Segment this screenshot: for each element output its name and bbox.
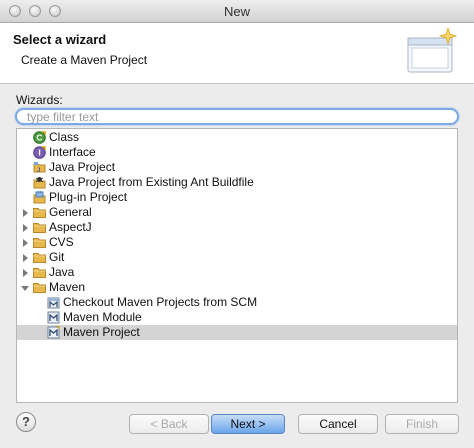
svg-text:I: I (38, 148, 40, 158)
folder-icon (33, 206, 46, 219)
ant-project-icon (33, 176, 46, 189)
tree-item-java-project-from-existing-ant-buildfile[interactable]: Java Project from Existing Ant Buildfile (17, 175, 457, 190)
tree-item-label: Maven Module (63, 310, 142, 324)
tree-item-java[interactable]: Java (17, 265, 457, 280)
tree-item-class[interactable]: C Class (17, 130, 457, 145)
finish-button[interactable]: Finish (385, 414, 459, 434)
tree-item-label: General (49, 205, 92, 219)
tree-item-general[interactable]: General (17, 205, 457, 220)
tree-item-label: Checkout Maven Projects from SCM (63, 295, 258, 309)
wizard-page-title: Select a wizard (13, 32, 107, 47)
tree-item-interface[interactable]: I Interface (17, 145, 457, 160)
tree-item-label: Plug-in Project (49, 190, 128, 204)
disclosure-collapsed-icon[interactable] (20, 267, 30, 277)
wizard-page-description: Create a Maven Project (21, 53, 148, 67)
folder-icon (33, 251, 46, 264)
tree-item-java-project[interactable]: J Java Project (17, 160, 457, 175)
new-wizard-banner-icon (407, 26, 458, 73)
maven-module-icon (47, 311, 60, 324)
tree-item-checkout-maven-projects-from-scm[interactable]: Checkout Maven Projects from SCM (17, 295, 457, 310)
tree-item-label: CVS (49, 235, 74, 249)
tree-item-maven-module[interactable]: Maven Module (17, 310, 457, 325)
cancel-button[interactable]: Cancel (298, 414, 378, 434)
new-wizard-dialog: New Select a wizard Create a Maven Proje… (0, 0, 474, 448)
interface-icon: I (33, 146, 46, 159)
tree-item-label: Maven Project (63, 325, 140, 339)
wizard-header: Select a wizard Create a Maven Project (0, 23, 474, 84)
filter-input[interactable] (15, 108, 459, 125)
plugin-project-icon (33, 191, 46, 204)
svg-text:J: J (37, 168, 40, 174)
tree-item-plug-in-project[interactable]: Plug-in Project (17, 190, 457, 205)
tree-item-label: Interface (49, 145, 96, 159)
java-project-icon: J (33, 161, 46, 174)
window-title: New (223, 4, 250, 19)
disclosure-collapsed-icon[interactable] (20, 252, 30, 262)
title-bar: New (0, 0, 474, 23)
next-button[interactable]: Next > (211, 414, 285, 434)
tree-item-label: Maven (49, 280, 86, 294)
maven-checkout-icon (47, 296, 60, 309)
tree-item-label: AspectJ (49, 220, 92, 234)
back-button[interactable]: < Back (129, 414, 209, 434)
svg-text:C: C (36, 133, 42, 143)
tree-item-label: Java Project (49, 160, 116, 174)
tree-item-cvs[interactable]: CVS (17, 235, 457, 250)
tree-item-label: Git (49, 250, 65, 264)
tree-item-maven-project[interactable]: Maven Project (17, 325, 457, 340)
disclosure-collapsed-icon[interactable] (20, 207, 30, 217)
wizards-label: Wizards: (16, 93, 63, 107)
folder-icon (33, 281, 46, 294)
maven-project-icon (47, 325, 60, 339)
folder-icon (33, 266, 46, 279)
disclosure-collapsed-icon[interactable] (20, 222, 30, 232)
class-icon: C (33, 131, 46, 144)
disclosure-expanded-icon[interactable] (20, 282, 30, 292)
tree-item-git[interactable]: Git (17, 250, 457, 265)
help-button[interactable]: ? (16, 412, 36, 432)
folder-icon (33, 236, 46, 249)
tree-item-maven[interactable]: Maven (17, 280, 457, 295)
tree-item-label: Class (49, 130, 80, 144)
disclosure-collapsed-icon[interactable] (20, 237, 30, 247)
folder-icon (33, 221, 46, 234)
tree-item-label: Java Project from Existing Ant Buildfile (49, 175, 254, 189)
tree-item-aspectj[interactable]: AspectJ (17, 220, 457, 235)
tree-item-label: Java (49, 265, 75, 279)
wizard-tree[interactable]: C Class I Interface J Java Project Java Projec… (16, 128, 458, 403)
